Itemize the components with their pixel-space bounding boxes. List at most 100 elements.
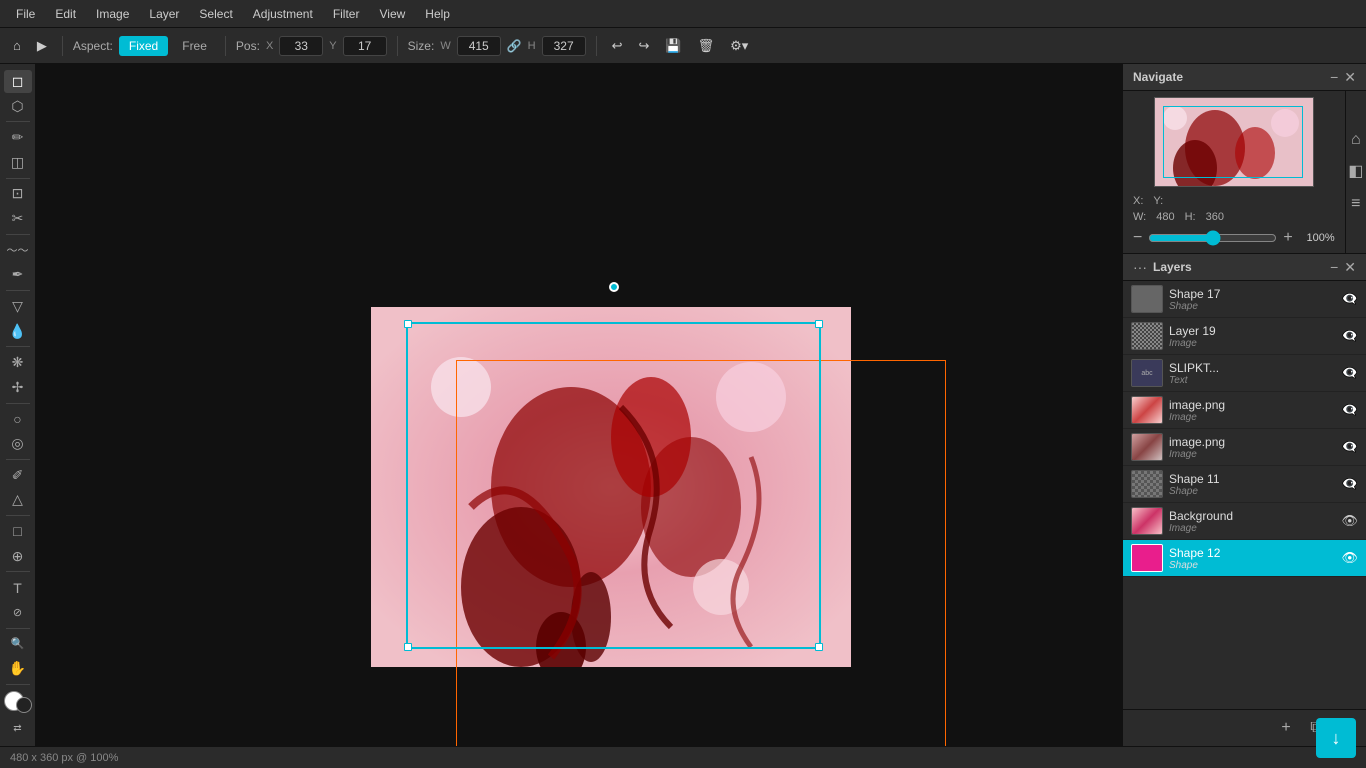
layer-visibility-slipkt[interactable]: 👁‍🗨	[1342, 365, 1358, 381]
layers-header: ··· Layers − ✕	[1123, 254, 1366, 281]
menu-select[interactable]: Select	[191, 5, 240, 23]
layer-item-img2[interactable]: image.png Image 👁‍🗨	[1123, 429, 1366, 466]
layer-info-bg: Background Image	[1169, 509, 1335, 534]
h-label: H	[528, 40, 536, 52]
rect-tool-button[interactable]: □	[4, 520, 32, 543]
selection-top-handle[interactable]	[609, 282, 619, 292]
draw-tool-button[interactable]: ✏	[4, 126, 32, 149]
home-button[interactable]: ⌂	[8, 35, 26, 56]
layer-visibility-bg[interactable]: 👁	[1341, 513, 1358, 529]
layer-info-12: Shape 12 Shape	[1169, 546, 1335, 571]
add-layer-button[interactable]: +	[1274, 716, 1298, 740]
layer-info-17: Shape 17 Shape	[1169, 287, 1336, 312]
layer-visibility-img1[interactable]: 👁‍🗨	[1342, 402, 1358, 418]
layer-name-12: Shape 12	[1169, 546, 1335, 560]
undo-button[interactable]: ↩	[607, 35, 628, 57]
zoom-out-button[interactable]: −	[1133, 229, 1142, 247]
separator-2	[225, 36, 226, 56]
swap-colors-button[interactable]: ⇄	[4, 717, 32, 740]
nav-layers-icon[interactable]: ◧	[1348, 164, 1363, 180]
select-tool-button[interactable]: ◻	[4, 70, 32, 93]
tool-sep-8	[6, 515, 30, 516]
background-color[interactable]	[16, 697, 32, 713]
layers-minimize-button[interactable]: −	[1330, 260, 1338, 274]
tool-sep-10	[6, 628, 30, 629]
nav-adjust-icon[interactable]: ≡	[1351, 196, 1360, 212]
layer-item-background[interactable]: Background Image 👁	[1123, 503, 1366, 540]
x-input[interactable]	[279, 36, 323, 56]
navigate-title: Navigate	[1133, 70, 1183, 84]
redo-button[interactable]: ↪	[634, 35, 655, 57]
tool-sep-1	[6, 121, 30, 122]
text-tool-button[interactable]: T	[4, 576, 32, 599]
clone-tool-button[interactable]: ✒	[4, 263, 32, 286]
menu-view[interactable]: View	[371, 5, 413, 23]
zoom-in-button[interactable]: +	[1283, 229, 1292, 247]
layers-panel: ··· Layers − ✕ Shape 17 Shape	[1123, 254, 1366, 746]
aspect-free-button[interactable]: Free	[174, 36, 215, 56]
settings-button[interactable]: ⚙▾	[725, 35, 753, 57]
canvas-area[interactable]	[36, 64, 1122, 746]
menu-adjustment[interactable]: Adjustment	[245, 5, 321, 23]
menu-image[interactable]: Image	[88, 5, 137, 23]
layer-item-img1[interactable]: image.png Image 👁‍🗨	[1123, 392, 1366, 429]
toolbox: ◻ ⬡ ✏ ◫ ⊡ ✂ 〜〜 ✒ ▽ 💧 ❋ ✢ ○ ◎ ✐ △ □ ⊕ T ⊘…	[0, 64, 36, 746]
nav-h-value: 360	[1206, 211, 1224, 223]
heal-tool-button[interactable]: ✢	[4, 376, 32, 399]
zoom-slider[interactable]	[1148, 230, 1277, 246]
cursor-button[interactable]: ▶	[32, 35, 52, 57]
pattern-tool-button[interactable]: ❋	[4, 351, 32, 374]
fill-tool-button[interactable]: ▽	[4, 295, 32, 318]
smudge-tool-button[interactable]: 〜〜	[4, 239, 32, 262]
layer-thumb-17	[1131, 285, 1163, 313]
sharpen-tool-button[interactable]: ◎	[4, 432, 32, 455]
aspect-fixed-button[interactable]: Fixed	[119, 36, 168, 56]
export-button[interactable]: ↓	[1316, 718, 1356, 746]
lasso-tool-button[interactable]: ⬡	[4, 95, 32, 118]
dropper-tool-button[interactable]: 💧	[4, 320, 32, 343]
pen-tool-button[interactable]: ✐	[4, 464, 32, 487]
w-input[interactable]	[457, 36, 501, 56]
layer-visibility-17[interactable]: 👁‍🗨	[1342, 291, 1358, 307]
size-label: Size:	[408, 39, 435, 53]
h-input[interactable]	[542, 36, 586, 56]
layers-menu-button[interactable]: ···	[1133, 260, 1147, 274]
y-input[interactable]	[343, 36, 387, 56]
delete-button[interactable]: 🗑	[693, 35, 720, 57]
shape-tool-button[interactable]: △	[4, 488, 32, 511]
navigate-thumbnail[interactable]	[1154, 97, 1314, 187]
layer-visibility-img2[interactable]: 👁‍🗨	[1342, 439, 1358, 455]
save-button[interactable]: 💾	[660, 35, 686, 57]
crop-tool-button[interactable]: ⊡	[4, 183, 32, 206]
navigate-minimize-button[interactable]: −	[1330, 70, 1338, 84]
menu-help[interactable]: Help	[417, 5, 458, 23]
layer-visibility-11[interactable]: 👁‍🗨	[1342, 476, 1358, 492]
dodge-tool-button[interactable]: ○	[4, 408, 32, 431]
nav-home-icon[interactable]: ⌂	[1351, 132, 1361, 148]
stamp-tool-button[interactable]: ⊕	[4, 545, 32, 568]
hand-tool-button[interactable]: ✋	[4, 657, 32, 680]
layer-item-17[interactable]: Shape 17 Shape 👁‍🗨	[1123, 281, 1366, 318]
zoom-tool-button[interactable]: 🔍	[4, 633, 32, 656]
eraser-tool-button[interactable]: ◫	[4, 151, 32, 174]
layer-item-12[interactable]: Shape 12 Shape 👁	[1123, 540, 1366, 577]
layer-item-slipkt[interactable]: abc SLIPKT... Text 👁‍🗨	[1123, 355, 1366, 392]
layer-type-img1: Image	[1169, 412, 1336, 423]
layer-info-img1: image.png Image	[1169, 398, 1336, 423]
eyedropper-tool-button[interactable]: ⊘	[4, 601, 32, 624]
export-area: ↓	[1316, 718, 1356, 746]
menu-file[interactable]: File	[8, 5, 43, 23]
menu-filter[interactable]: Filter	[325, 5, 368, 23]
layer-name-img1: image.png	[1169, 398, 1336, 412]
menu-edit[interactable]: Edit	[47, 5, 84, 23]
cut-tool-button[interactable]: ✂	[4, 207, 32, 230]
menu-layer[interactable]: Layer	[141, 5, 187, 23]
menubar: File Edit Image Layer Select Adjustment …	[0, 0, 1366, 28]
navigate-close-button[interactable]: ✕	[1344, 70, 1356, 84]
layer-visibility-12[interactable]: 👁	[1341, 550, 1358, 566]
layers-close-button[interactable]: ✕	[1344, 260, 1356, 274]
layer-thumb-slipkt: abc	[1131, 359, 1163, 387]
layer-item-19[interactable]: Layer 19 Image 👁‍🗨	[1123, 318, 1366, 355]
layer-item-11[interactable]: Shape 11 Shape 👁‍🗨	[1123, 466, 1366, 503]
layer-visibility-19[interactable]: 👁‍🗨	[1342, 328, 1358, 344]
